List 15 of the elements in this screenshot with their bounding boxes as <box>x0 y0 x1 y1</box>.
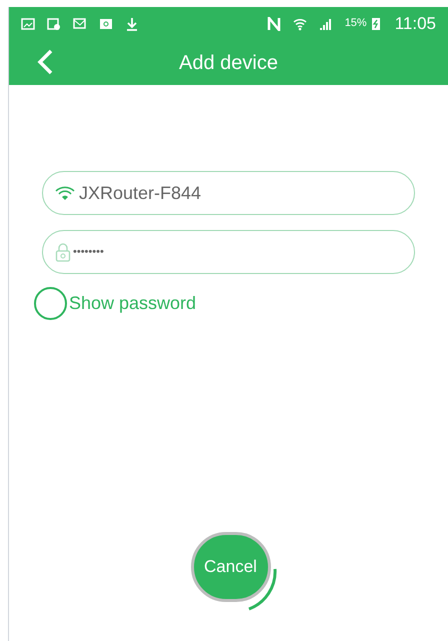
back-icon <box>36 49 54 75</box>
image-icon <box>21 16 35 30</box>
wifi-icon <box>55 186 75 200</box>
mail-icon <box>73 16 87 30</box>
wifi-icon <box>292 16 307 30</box>
lock-icon <box>55 242 71 262</box>
screenshot-icon <box>47 16 61 30</box>
clock-time: 11:05 <box>394 12 436 35</box>
network-name-field[interactable]: JXRouter-F844 <box>42 171 415 215</box>
download-icon <box>125 16 139 30</box>
screen-title: Add device <box>179 50 278 76</box>
battery-percentage: 15% <box>344 16 367 32</box>
nfc-icon <box>266 16 281 30</box>
signal-icon <box>318 16 333 30</box>
password-field[interactable]: •••••••• <box>42 230 415 274</box>
